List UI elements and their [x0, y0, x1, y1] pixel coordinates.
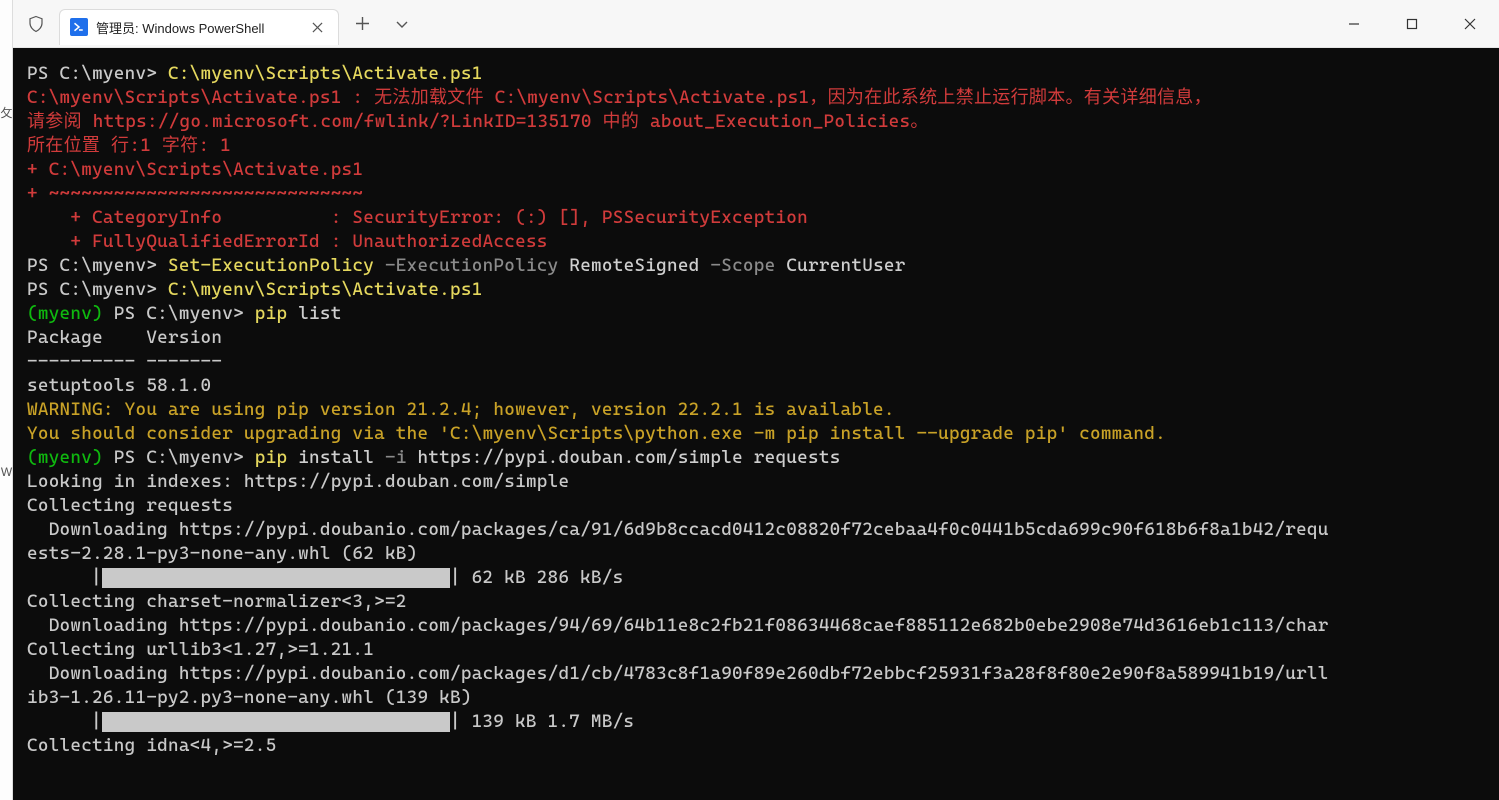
output-line: Collecting charset-normalizer<3,>=2 [27, 590, 1485, 614]
command: C:\myenv\Scripts\Activate.ps1 [168, 63, 483, 84]
prompt: PS C:\myenv> [114, 303, 255, 324]
terminal-window: 管理员: Windows PowerShell PS C:\myenv> C:\… [13, 0, 1499, 800]
error-line: C:\myenv\Scripts\Activate.ps1 : 无法加载文件 C… [27, 86, 1485, 110]
warning-line: WARNING: You are using pip version 21.2.… [27, 398, 1485, 422]
tab-title: 管理员: Windows PowerShell [96, 18, 298, 37]
flag: -i [385, 447, 418, 468]
gutter-char-1: 攵 [0, 100, 13, 124]
output-line: Collecting idna<4,>=2.5 [27, 734, 1485, 758]
progress-row: || 139 kB 1.7 MB/s [27, 710, 1485, 734]
output-line: setuptools 58.1.0 [27, 374, 1485, 398]
output-line: Looking in indexes: https://pypi.douban.… [27, 470, 1485, 494]
new-tab-button[interactable] [345, 7, 379, 41]
param: -Scope [710, 255, 786, 276]
arg: install [298, 447, 385, 468]
tab-active[interactable]: 管理员: Windows PowerShell [59, 9, 339, 45]
warning-line: You should consider upgrading via the 'C… [27, 422, 1485, 446]
output-line: Package Version [27, 326, 1485, 350]
command: pip [255, 447, 298, 468]
terminal-body[interactable]: PS C:\myenv> C:\myenv\Scripts\Activate.p… [13, 48, 1499, 800]
prompt: PS C:\myenv> [27, 279, 168, 300]
titlebar: 管理员: Windows PowerShell [13, 0, 1499, 48]
arg: list [298, 303, 341, 324]
gutter-char-2: W [0, 460, 13, 484]
minimize-button[interactable] [1325, 0, 1383, 48]
venv-prefix: (myenv) [27, 303, 114, 324]
output-line: Downloading https://pypi.doubanio.com/pa… [27, 614, 1485, 638]
progress-row: || 62 kB 286 kB/s [27, 566, 1485, 590]
prompt: PS C:\myenv> [27, 63, 168, 84]
arg: https://pypi.douban.com/simple requests [418, 447, 841, 468]
tab-close-button[interactable] [306, 16, 328, 38]
prompt: PS C:\myenv> [27, 255, 168, 276]
error-line: 所在位置 行:1 字符: 1 [27, 134, 1485, 158]
progress-info: 62 kB 286 kB/s [461, 566, 624, 590]
window-controls [1325, 0, 1499, 48]
output-line: Collecting urllib3<1.27,>=1.21.1 [27, 638, 1485, 662]
error-line: + ~~~~~~~~~~~~~~~~~~~~~~~~~~~~~ [27, 182, 1485, 206]
error-line: + C:\myenv\Scripts\Activate.ps1 [27, 158, 1485, 182]
output-line: Downloading https://pypi.doubanio.com/pa… [27, 518, 1485, 542]
progress-info: 139 kB 1.7 MB/s [461, 710, 635, 734]
error-line: + CategoryInfo : SecurityError: (:) [], … [27, 206, 1485, 230]
command: pip [255, 303, 298, 324]
progress-bar [102, 712, 450, 732]
output-line: Downloading https://pypi.doubanio.com/pa… [27, 662, 1485, 686]
close-button[interactable] [1441, 0, 1499, 48]
output-line: ests-2.28.1-py3-none-any.whl (62 kB) [27, 542, 1485, 566]
output-line: Collecting requests [27, 494, 1485, 518]
maximize-button[interactable] [1383, 0, 1441, 48]
command: C:\myenv\Scripts\Activate.ps1 [168, 279, 483, 300]
tab-dropdown-button[interactable] [385, 7, 419, 41]
command: Set-ExecutionPolicy [168, 255, 385, 276]
param-value: RemoteSigned [569, 255, 710, 276]
param-value: CurrentUser [786, 255, 905, 276]
progress-bar [102, 568, 450, 588]
error-line: + FullyQualifiedErrorId : UnauthorizedAc… [27, 230, 1485, 254]
output-line: ib3-1.26.11-py2.py3-none-any.whl (139 kB… [27, 686, 1485, 710]
powershell-icon [70, 18, 88, 36]
param: -ExecutionPolicy [385, 255, 569, 276]
error-line: 请参阅 https://go.microsoft.com/fwlink/?Lin… [27, 110, 1485, 134]
venv-prefix: (myenv) [27, 447, 114, 468]
left-gutter: 攵 W [0, 0, 13, 800]
shield-icon [13, 0, 59, 48]
prompt: PS C:\myenv> [114, 447, 255, 468]
output-line: ---------- ------- [27, 350, 1485, 374]
